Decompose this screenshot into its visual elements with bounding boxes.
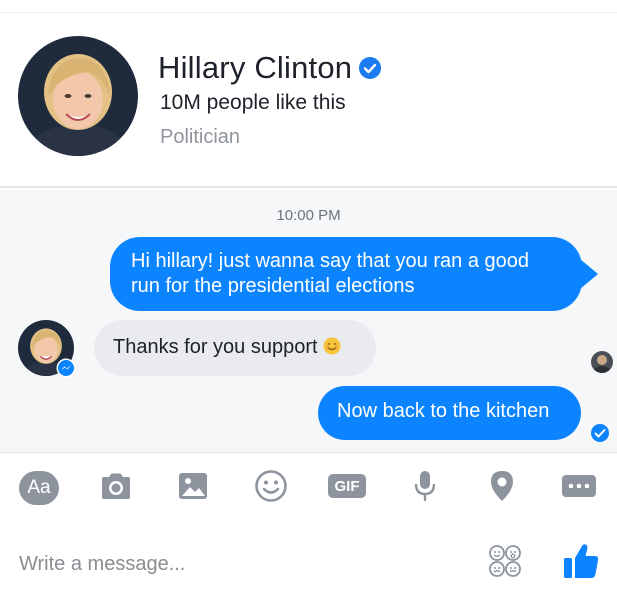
gallery-icon[interactable] xyxy=(176,467,210,505)
stickers-icon[interactable] xyxy=(487,543,523,579)
text-style-label: Aa xyxy=(27,477,51,498)
message-input[interactable] xyxy=(19,547,479,581)
messenger-icon xyxy=(56,358,76,378)
verified-badge-icon xyxy=(358,56,382,80)
smile-emoji-icon xyxy=(323,337,341,355)
more-options-icon[interactable] xyxy=(560,467,598,505)
profile-avatar[interactable] xyxy=(18,36,138,156)
outgoing-message[interactable]: Hi hillary! just wanna say that you ran … xyxy=(110,237,582,311)
profile-header: Hillary Clinton 10M people like this Pol… xyxy=(0,0,617,188)
bubble-tail xyxy=(574,254,598,294)
message-composer: Aa GIF xyxy=(0,452,617,600)
incoming-message[interactable]: Thanks for you support xyxy=(94,320,376,376)
emoji-icon[interactable] xyxy=(253,467,289,505)
delivered-check-icon xyxy=(590,423,610,443)
message-timestamp: 10:00 PM xyxy=(276,207,341,224)
thumbs-up-icon[interactable] xyxy=(561,541,601,581)
page-category: Politician xyxy=(160,126,241,148)
gif-label: GIF xyxy=(328,474,366,498)
profile-name[interactable]: Hillary Clinton xyxy=(158,50,352,86)
likes-count: 10M people like this xyxy=(160,91,346,114)
outgoing-message[interactable]: Now back to the kitchen xyxy=(318,386,581,440)
location-pin-icon[interactable] xyxy=(486,467,518,505)
microphone-icon[interactable] xyxy=(410,467,440,505)
text-style-button[interactable]: Aa xyxy=(19,471,59,505)
camera-icon[interactable] xyxy=(98,467,134,505)
seen-receipt-avatar xyxy=(591,351,613,373)
incoming-message-text: Thanks for you support xyxy=(113,336,318,358)
message-thread[interactable]: 10:00 PM Hi hillary! just wanna say that… xyxy=(0,190,617,452)
top-divider xyxy=(0,12,617,13)
gif-button[interactable]: GIF xyxy=(328,467,366,505)
profile-name-row: Hillary Clinton xyxy=(158,50,382,86)
